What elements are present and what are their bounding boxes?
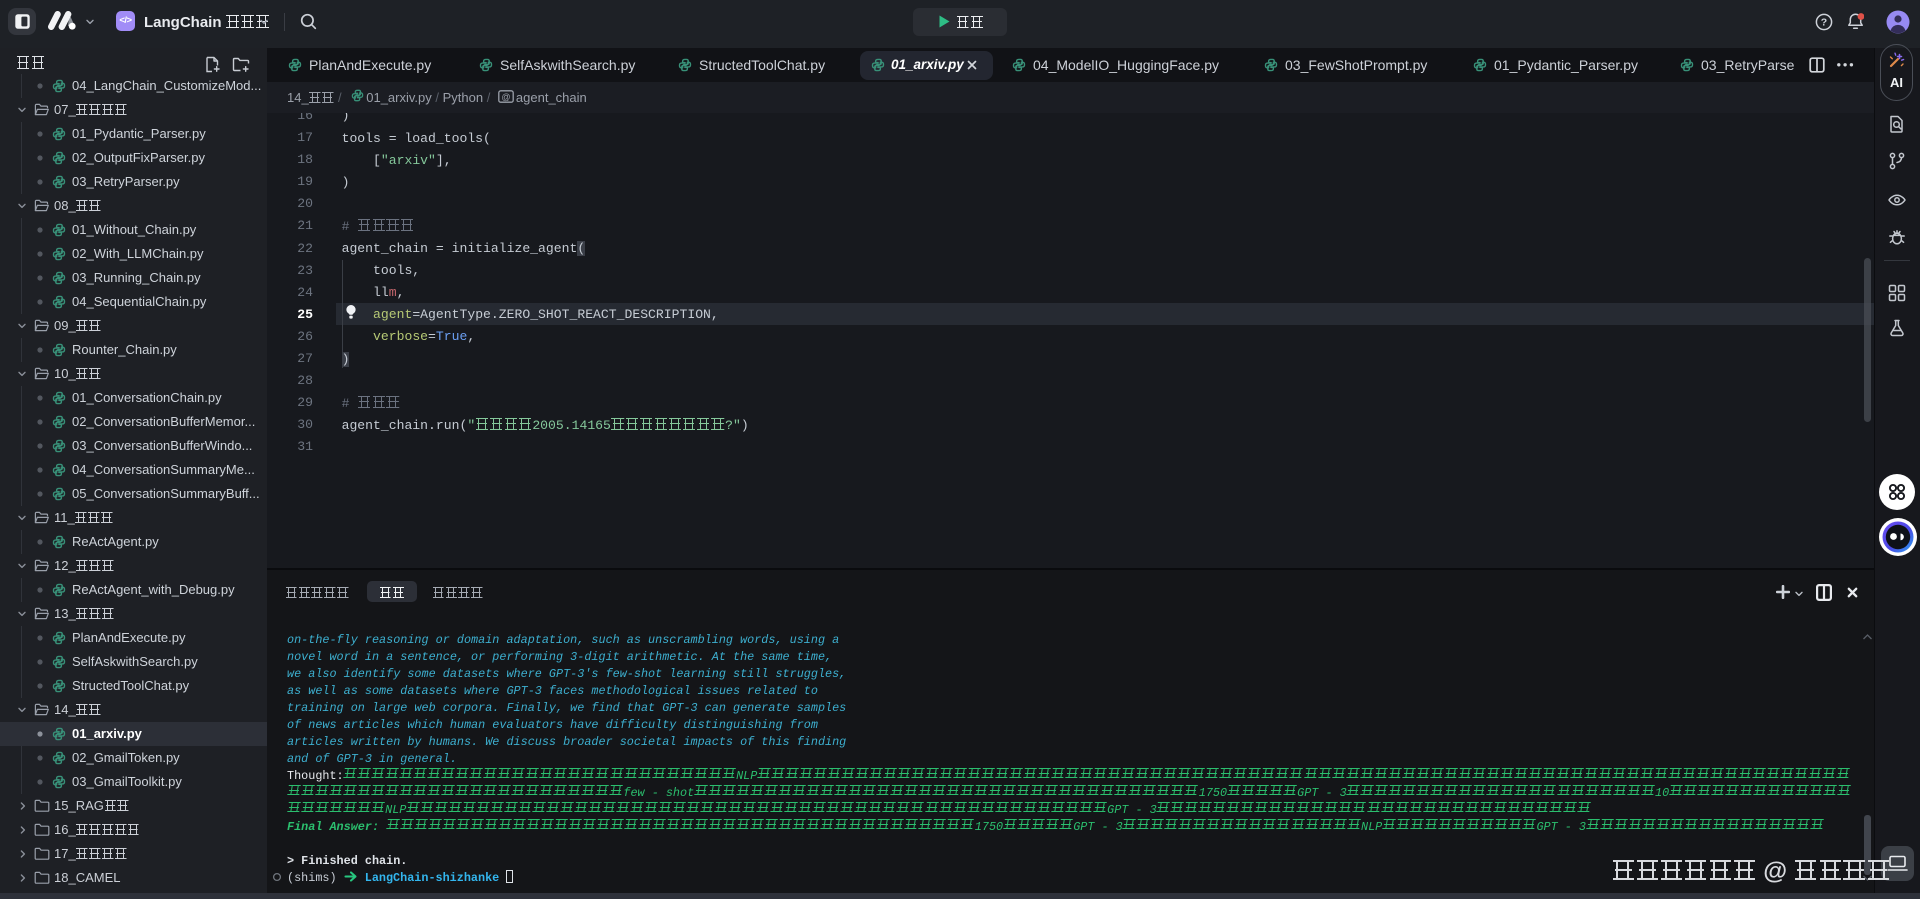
svg-text:@: @ bbox=[501, 92, 510, 102]
svg-text:?: ? bbox=[1821, 17, 1827, 29]
